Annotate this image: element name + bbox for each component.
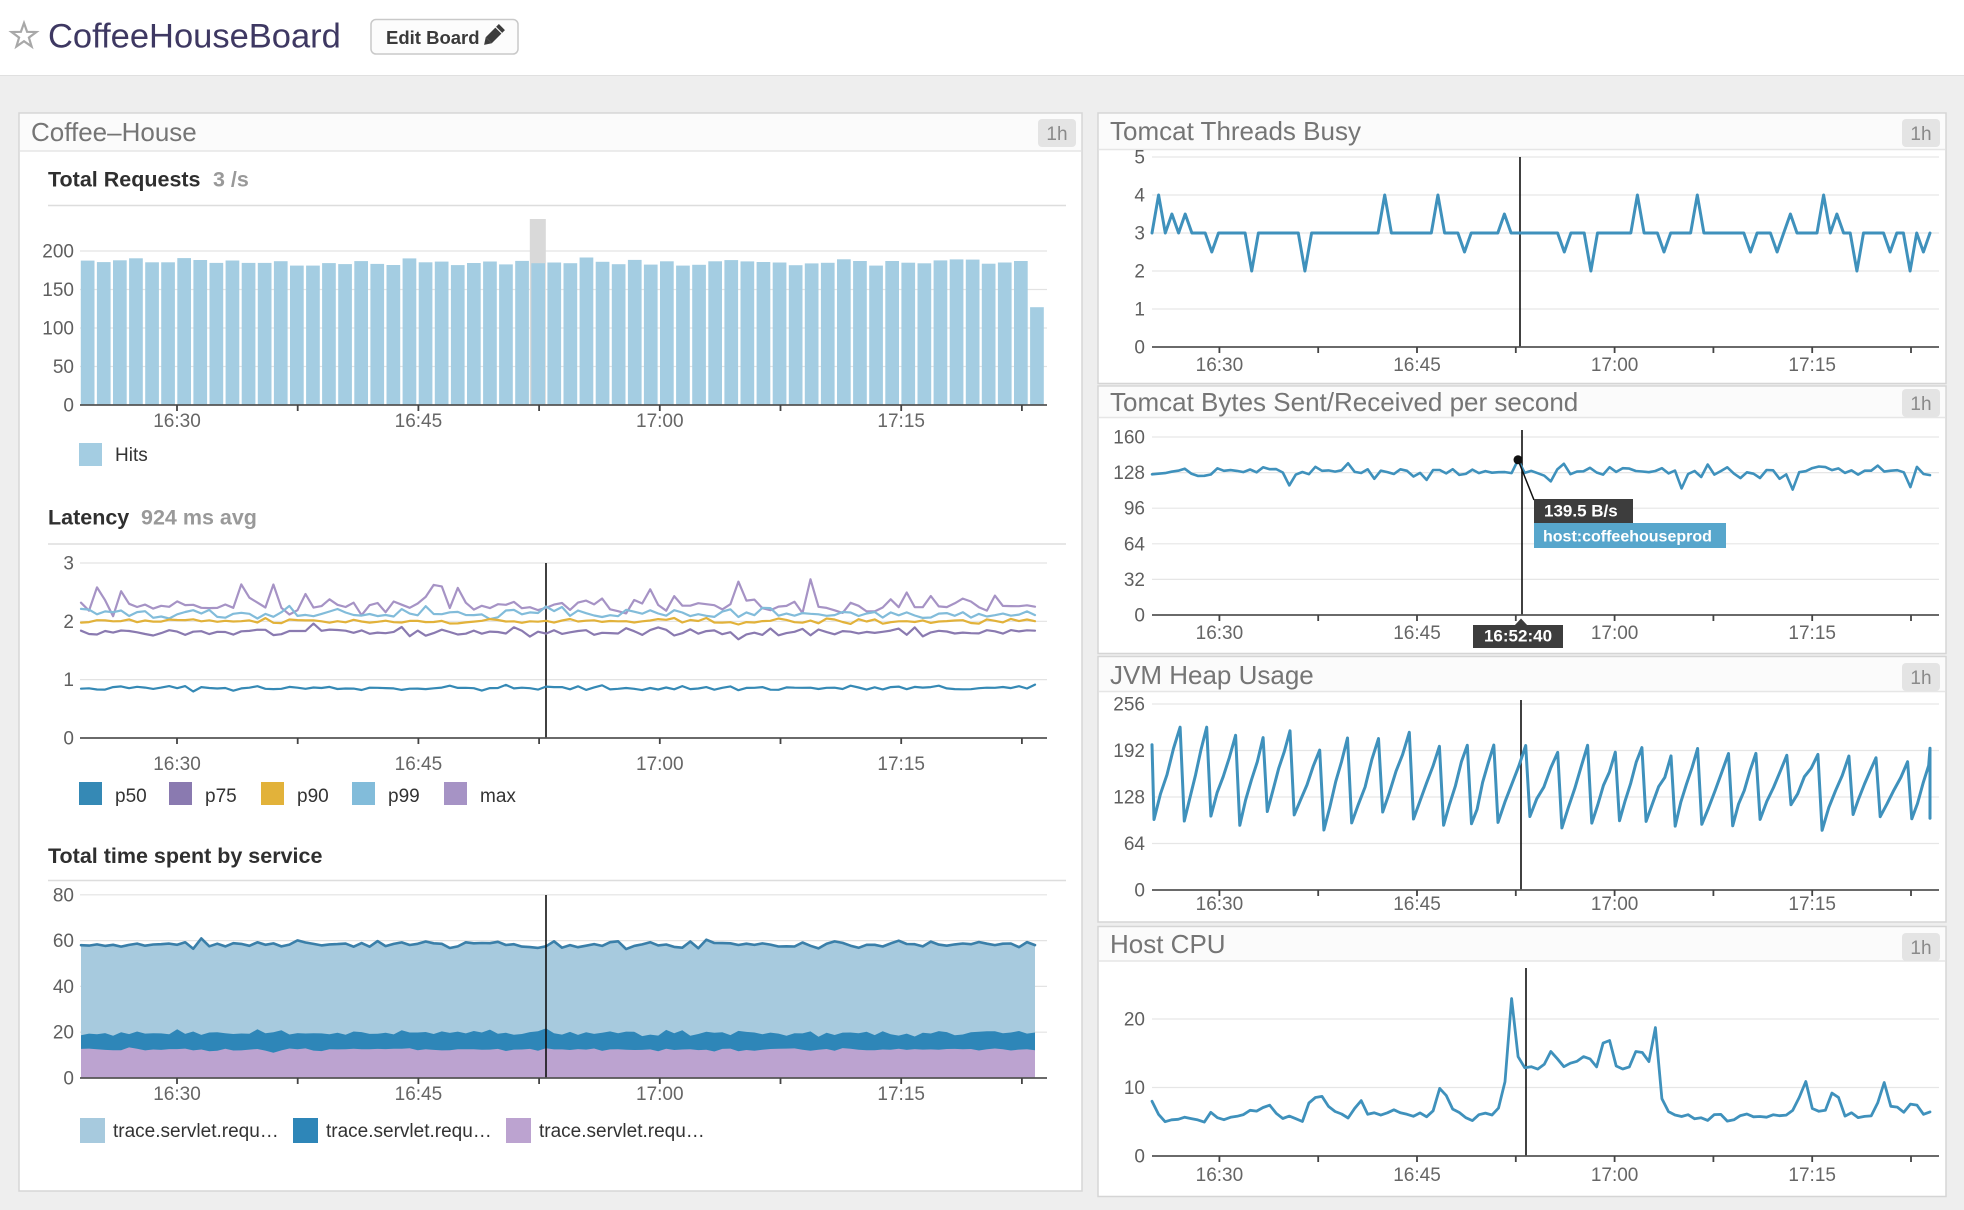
svg-text:3: 3 [1134, 224, 1145, 245]
svg-text:Tomcat Bytes Sent/Received per: Tomcat Bytes Sent/Received per second [1110, 387, 1578, 417]
svg-text:17:15: 17:15 [877, 411, 925, 432]
svg-text:Tomcat Threads Busy: Tomcat Threads Busy [1110, 116, 1361, 146]
svg-text:1h: 1h [1910, 394, 1931, 415]
svg-text:100: 100 [42, 319, 74, 340]
svg-text:1: 1 [1134, 300, 1145, 321]
svg-text:20: 20 [53, 1023, 74, 1044]
svg-text:60: 60 [53, 931, 74, 952]
svg-text:256: 256 [1113, 695, 1145, 716]
svg-text:Host CPU: Host CPU [1110, 929, 1226, 959]
svg-text:16:45: 16:45 [1393, 355, 1441, 376]
svg-text:150: 150 [42, 280, 74, 301]
svg-text:16:30: 16:30 [1196, 894, 1244, 915]
svg-text:17:00: 17:00 [636, 754, 684, 775]
svg-text:17:15: 17:15 [877, 754, 925, 775]
svg-text:16:45: 16:45 [395, 411, 443, 432]
svg-text:p90: p90 [297, 786, 329, 807]
svg-text:128: 128 [1113, 463, 1145, 484]
svg-text:Total time spent by service: Total time spent by service [48, 844, 322, 868]
svg-text:16:30: 16:30 [153, 411, 201, 432]
svg-text:17:15: 17:15 [1788, 894, 1836, 915]
svg-text:192: 192 [1113, 741, 1145, 762]
svg-text:1h: 1h [1046, 124, 1067, 145]
svg-text:96: 96 [1124, 499, 1145, 520]
svg-text:17:15: 17:15 [1788, 623, 1836, 644]
svg-text:17:00: 17:00 [636, 1084, 684, 1105]
svg-text:16:45: 16:45 [1393, 623, 1441, 644]
svg-text:max: max [480, 786, 516, 807]
svg-text:p75: p75 [205, 786, 237, 807]
svg-text:17:00: 17:00 [1591, 894, 1639, 915]
svg-text:17:00: 17:00 [1591, 623, 1639, 644]
svg-text:trace.servlet.requ…: trace.servlet.requ… [326, 1121, 492, 1142]
svg-text:16:45: 16:45 [395, 754, 443, 775]
svg-text:trace.servlet.requ…: trace.servlet.requ… [113, 1121, 279, 1142]
svg-text:0: 0 [63, 1069, 74, 1090]
svg-text:17:00: 17:00 [1591, 1165, 1639, 1186]
svg-text:924 ms avg: 924 ms avg [141, 506, 257, 530]
svg-text:40: 40 [53, 977, 74, 998]
svg-text:0: 0 [63, 729, 74, 750]
svg-text:2: 2 [1134, 262, 1145, 283]
svg-text:Edit Board: Edit Board [386, 27, 480, 48]
svg-text:16:45: 16:45 [395, 1084, 443, 1105]
svg-text:50: 50 [53, 357, 74, 378]
svg-text:Hits: Hits [115, 445, 148, 466]
svg-text:Latency: Latency [48, 506, 129, 530]
svg-text:200: 200 [42, 242, 74, 263]
svg-text:5: 5 [1134, 148, 1145, 169]
svg-text:20: 20 [1124, 1010, 1145, 1031]
svg-text:0: 0 [1134, 606, 1145, 627]
svg-text:16:30: 16:30 [153, 754, 201, 775]
svg-text:16:30: 16:30 [1196, 355, 1244, 376]
svg-text:80: 80 [53, 885, 74, 906]
svg-text:1: 1 [63, 670, 74, 691]
svg-text:64: 64 [1124, 534, 1146, 555]
svg-text:3: 3 [63, 554, 74, 575]
svg-text:16:30: 16:30 [153, 1084, 201, 1105]
svg-text:0: 0 [1134, 338, 1145, 359]
svg-text:17:00: 17:00 [636, 411, 684, 432]
svg-text:p50: p50 [115, 786, 147, 807]
svg-text:0: 0 [1134, 881, 1145, 902]
svg-text:17:00: 17:00 [1591, 355, 1639, 376]
svg-text:139.5 B/s: 139.5 B/s [1544, 502, 1618, 521]
svg-text:Total Requests: Total Requests [48, 168, 201, 192]
svg-text:0: 0 [63, 396, 74, 417]
svg-text:1h: 1h [1910, 938, 1931, 959]
svg-text:10: 10 [1124, 1078, 1145, 1099]
svg-text:17:15: 17:15 [1788, 355, 1836, 376]
svg-text:160: 160 [1113, 428, 1145, 449]
svg-text:32: 32 [1124, 570, 1145, 591]
svg-text:16:45: 16:45 [1393, 894, 1441, 915]
svg-text:16:30: 16:30 [1196, 623, 1244, 644]
svg-text:JVM Heap Usage: JVM Heap Usage [1110, 660, 1314, 690]
svg-text:4: 4 [1134, 186, 1145, 207]
svg-text:2: 2 [63, 612, 74, 633]
svg-text:128: 128 [1113, 788, 1145, 809]
svg-text:1h: 1h [1910, 668, 1931, 689]
svg-text:CoffeeHouseBoard: CoffeeHouseBoard [48, 18, 341, 56]
svg-text:1h: 1h [1910, 124, 1931, 145]
svg-text:3 /s: 3 /s [213, 168, 249, 192]
svg-text:0: 0 [1134, 1147, 1145, 1168]
svg-text:16:30: 16:30 [1196, 1165, 1244, 1186]
svg-text:17:15: 17:15 [877, 1084, 925, 1105]
svg-text:p99: p99 [388, 786, 420, 807]
svg-text:Coffee–House: Coffee–House [31, 117, 197, 147]
svg-text:64: 64 [1124, 834, 1146, 855]
svg-text:host:coffeehouseprod: host:coffeehouseprod [1543, 529, 1712, 546]
svg-text:trace.servlet.requ…: trace.servlet.requ… [539, 1121, 705, 1142]
svg-text:17:15: 17:15 [1788, 1165, 1836, 1186]
svg-text:16:45: 16:45 [1393, 1165, 1441, 1186]
svg-text:16:52:40: 16:52:40 [1484, 627, 1552, 646]
